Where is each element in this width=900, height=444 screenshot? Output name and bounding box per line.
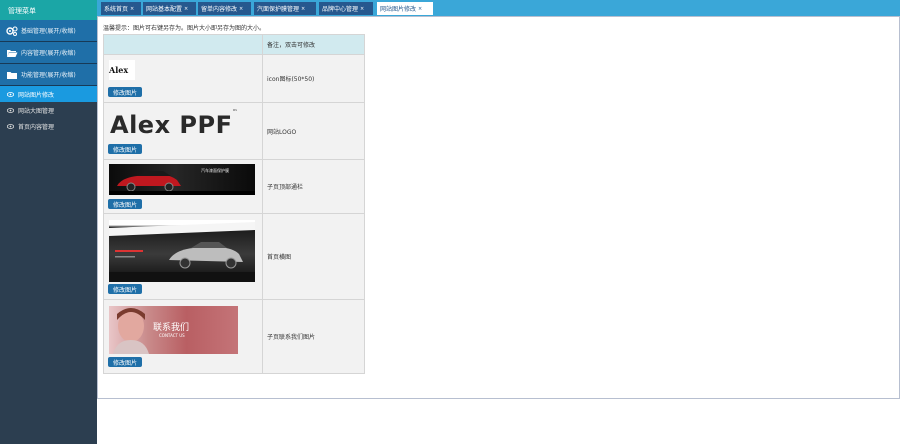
gears-icon [6, 25, 18, 36]
tab-film-manage[interactable]: 汽面保护膜管理 × [254, 2, 316, 15]
sidebar-group-function[interactable]: 功能管理(展开/收缩) [0, 64, 97, 86]
row-note[interactable]: 网站LOGO [263, 103, 364, 159]
row-note[interactable]: 首页横图 [263, 214, 364, 299]
image-table: 备注，双击可修改 Alex 修改图片 icon图标(50*50) Alex PP… [103, 34, 365, 374]
row-note[interactable]: icon图标(50*50) [263, 55, 364, 102]
header-image-cell [104, 35, 263, 54]
contact-title: 联系我们 [153, 323, 190, 333]
sidebar: 管理菜单 基础管理(展开/收缩) 内容管理(展开/收缩) 功能管理(展开/收缩)… [0, 0, 97, 444]
table-row: 联系我们 CONTACT US 修改图片 子页联系我们图片 [104, 300, 364, 373]
tab-bar: 系统首页 × 网站基本配置 × 留单内容修改 × 汽面保护膜管理 × 品牌中心管… [97, 0, 900, 16]
sidebar-group-basic[interactable]: 基础管理(展开/收缩) [0, 20, 97, 42]
edit-image-button[interactable]: 修改图片 [108, 284, 143, 294]
folder-icon [6, 70, 18, 80]
sidebar-group-label: 内容管理(展开/收缩) [21, 50, 76, 57]
tab-label: 品牌中心管理 [322, 6, 359, 13]
close-icon[interactable]: × [418, 6, 422, 12]
home-banner-image [109, 220, 255, 282]
table-row: Alex PPF™ 修改图片 网站LOGO [104, 103, 364, 160]
banner-caption: 汽车漆面保护膜 [201, 168, 229, 173]
eye-icon [7, 123, 14, 129]
image-cell: 汽车漆面保护膜 修改图片 [104, 160, 263, 213]
close-icon[interactable]: × [360, 6, 364, 12]
close-icon[interactable]: × [130, 6, 134, 12]
tab-home[interactable]: 系统首页 × [101, 2, 141, 15]
close-icon[interactable]: × [239, 6, 243, 12]
eye-icon [7, 107, 14, 113]
tab-label: 汽面保护膜管理 [257, 6, 300, 13]
close-icon[interactable]: × [301, 6, 305, 12]
contact-image: 联系我们 CONTACT US [109, 306, 238, 354]
sidebar-group-content[interactable]: 内容管理(展开/收缩) [0, 42, 97, 64]
close-icon[interactable]: × [184, 6, 188, 12]
folder-open-icon [6, 48, 18, 58]
logo-text: Alex PPF [110, 111, 233, 139]
header-note: 备注，双击可修改 [267, 42, 316, 49]
edit-image-button[interactable]: 修改图片 [108, 357, 143, 367]
sidebar-group-label: 基础管理(展开/收缩) [21, 28, 76, 35]
image-cell: Alex 修改图片 [104, 55, 263, 102]
sidebar-item-label: 首页内容管理 [18, 123, 55, 131]
tab-brand-center[interactable]: 品牌中心管理 × [319, 2, 373, 15]
sidebar-title: 管理菜单 [0, 0, 97, 20]
edit-image-button[interactable]: 修改图片 [108, 144, 143, 154]
table-row: Alex 修改图片 icon图标(50*50) [104, 55, 364, 103]
trademark-mark: ™ [232, 109, 238, 115]
contact-subtitle: CONTACT US [159, 333, 185, 338]
table-row: 汽车漆面保护膜 修改图片 子页顶部通栏 [104, 160, 364, 214]
image-cell: Alex PPF™ 修改图片 [104, 103, 263, 159]
image-cell: 修改图片 [104, 214, 263, 299]
icon-image: Alex [109, 60, 135, 80]
table-row: 修改图片 首页横图 [104, 214, 364, 300]
tab-label: 网站基本配置 [146, 6, 183, 13]
sidebar-item-banner-manage[interactable]: 网站大图管理 [0, 102, 97, 118]
sidebar-item-home-content[interactable]: 首页内容管理 [0, 118, 97, 134]
sidebar-item-label: 网站图片修改 [18, 91, 55, 99]
row-note[interactable]: 子页联系我们图片 [263, 300, 364, 373]
eye-icon [7, 91, 14, 97]
image-cell: 联系我们 CONTACT US 修改图片 [104, 300, 263, 373]
subpage-banner-image: 汽车漆面保护膜 [109, 164, 255, 195]
grey-car-illustration [109, 222, 255, 282]
tab-image-edit[interactable]: 网站图片修改 × [377, 2, 433, 15]
icon-image-text: Alex [109, 65, 129, 75]
table-header: 备注，双击可修改 [104, 35, 364, 55]
edit-image-button[interactable]: 修改图片 [108, 87, 143, 97]
sidebar-item-label: 网站大图管理 [18, 107, 55, 115]
sidebar-item-image-edit[interactable]: 网站图片修改 [0, 86, 97, 102]
content-panel: 温馨提示：图片可右键另存为。图片大小即另存为图的大小。 备注，双击可修改 Ale… [97, 16, 900, 399]
logo-image: Alex PPF™ [110, 109, 238, 139]
red-car-illustration [109, 171, 255, 195]
tab-label: 网站图片修改 [380, 6, 417, 13]
tab-label: 留单内容修改 [201, 6, 238, 13]
tab-form-content[interactable]: 留单内容修改 × [198, 2, 251, 15]
tip-text: 温馨提示：图片可右键另存为。图片大小即另存为图的大小。 [103, 25, 266, 32]
row-note[interactable]: 子页顶部通栏 [263, 160, 364, 213]
tab-label: 系统首页 [104, 6, 129, 13]
edit-image-button[interactable]: 修改图片 [108, 199, 143, 209]
sidebar-group-label: 功能管理(展开/收缩) [21, 72, 76, 79]
tab-site-config[interactable]: 网站基本配置 × [143, 2, 196, 15]
